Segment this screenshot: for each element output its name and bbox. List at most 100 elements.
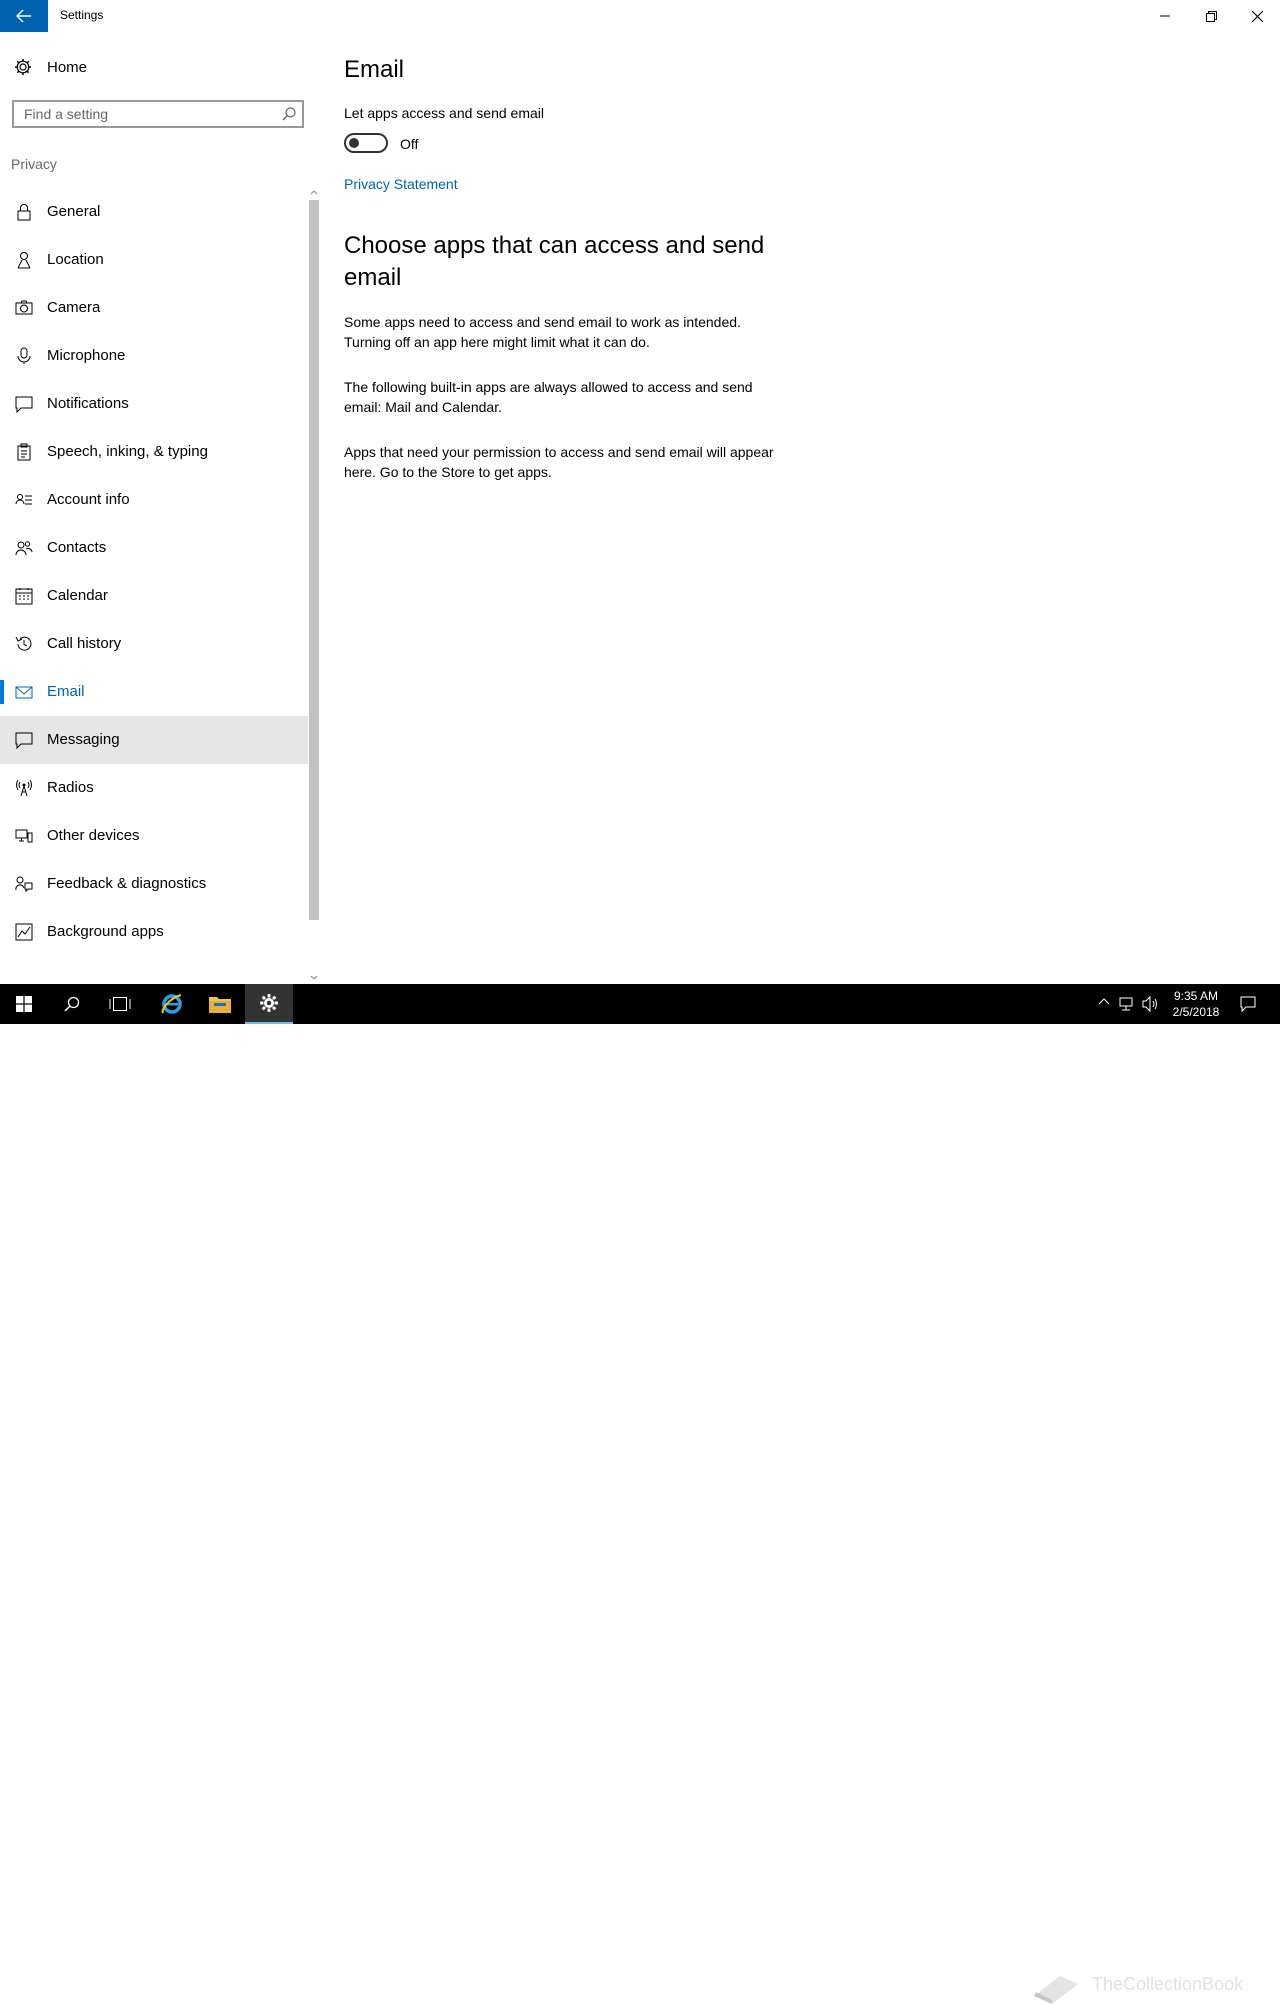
clipboard-icon bbox=[17, 443, 31, 461]
watermark-text: TheCollectionBook bbox=[1092, 1974, 1244, 1994]
home-label: Home bbox=[47, 59, 88, 76]
message-icon bbox=[15, 732, 33, 749]
sidebar-scrollbar[interactable] bbox=[308, 188, 320, 984]
settings-taskbar-button[interactable] bbox=[245, 984, 293, 1024]
sidebar-item-account-info[interactable]: Account info bbox=[0, 476, 308, 524]
sidebar-item-background-apps[interactable]: Background apps bbox=[0, 908, 308, 956]
title-bar: Settings bbox=[0, 0, 1280, 32]
sidebar-item-label: Messaging bbox=[47, 731, 120, 748]
sidebar-item-label: Location bbox=[47, 251, 104, 268]
sidebar-item-label: Notifications bbox=[47, 395, 129, 412]
scroll-down-icon[interactable] bbox=[308, 974, 320, 982]
search-icon[interactable] bbox=[282, 107, 296, 121]
sidebar-item-speech-inking-typing[interactable]: Speech, inking, & typing bbox=[0, 428, 308, 476]
watermark: TheCollectionBook bbox=[1030, 1970, 1270, 2006]
sidebar-item-label: Background apps bbox=[47, 923, 164, 940]
window-title: Settings bbox=[60, 8, 104, 22]
minimize-button[interactable] bbox=[1142, 0, 1188, 32]
sidebar-item-label: Contacts bbox=[47, 539, 107, 556]
clock[interactable]: 9:35 AM 2/5/2018 bbox=[1168, 988, 1224, 1020]
sidebar-item-label: Speech, inking, & typing bbox=[47, 443, 208, 460]
back-button[interactable] bbox=[0, 0, 48, 32]
sidebar-item-label: Feedback & diagnostics bbox=[47, 875, 207, 892]
gear-icon bbox=[260, 994, 278, 1012]
search-box[interactable] bbox=[12, 100, 304, 128]
nav-list: General Location Camera Microphone Notificat… bbox=[0, 188, 308, 956]
close-button[interactable] bbox=[1234, 0, 1280, 32]
toggle-state: Off bbox=[400, 136, 419, 152]
sidebar-item-label: Account info bbox=[47, 491, 130, 508]
taskbar: TheCollectionBook 9:35 AM 2/5/2018 bbox=[0, 984, 1280, 2004]
account-info-icon bbox=[15, 494, 32, 505]
book-logo-icon bbox=[1034, 1976, 1078, 2004]
sidebar-item-other-devices[interactable]: Other devices bbox=[0, 812, 308, 860]
toggle-knob bbox=[349, 138, 359, 148]
sidebar-item-general[interactable]: General bbox=[0, 188, 308, 236]
sidebar-item-radios[interactable]: Radios bbox=[0, 764, 308, 812]
sidebar-item-label: Calendar bbox=[47, 587, 108, 604]
sidebar-item-microphone[interactable]: Microphone bbox=[0, 332, 308, 380]
volume-icon[interactable] bbox=[1142, 996, 1160, 1012]
gear-icon bbox=[15, 59, 31, 75]
page-title: Email bbox=[344, 56, 405, 83]
mail-icon bbox=[15, 686, 33, 699]
location-icon bbox=[17, 252, 31, 269]
sidebar-item-feedback-diagnostics[interactable]: Feedback & diagnostics bbox=[0, 860, 308, 908]
sidebar-item-location[interactable]: Location bbox=[0, 236, 308, 284]
sidebar-item-label: General bbox=[47, 203, 101, 220]
devices-icon bbox=[15, 829, 33, 843]
scroll-thumb[interactable] bbox=[309, 200, 319, 920]
home-link[interactable]: Home bbox=[0, 56, 308, 80]
calendar-icon bbox=[15, 588, 33, 605]
windows-logo-icon bbox=[16, 996, 32, 1012]
section-title: Choose apps that can access and send ema… bbox=[344, 232, 765, 291]
task-view-icon bbox=[109, 997, 131, 1011]
clock-date: 2/5/2018 bbox=[1172, 1005, 1220, 1019]
feedback-icon bbox=[15, 876, 33, 893]
sidebar-item-notifications[interactable]: Notifications bbox=[0, 380, 308, 428]
internet-explorer-button[interactable] bbox=[148, 984, 196, 1024]
sidebar-item-email[interactable]: Email bbox=[0, 668, 308, 716]
sidebar-item-label: Microphone bbox=[47, 347, 126, 364]
sidebar-item-label: Email bbox=[47, 683, 85, 700]
clock-time: 9:35 AM bbox=[1173, 989, 1219, 1003]
close-icon bbox=[1251, 10, 1263, 22]
chevron-up-icon[interactable] bbox=[1098, 996, 1110, 1006]
privacy-statement-link[interactable]: Privacy Statement bbox=[344, 176, 458, 192]
radio-tower-icon bbox=[16, 779, 32, 797]
sidebar-item-call-history[interactable]: Call history bbox=[0, 620, 308, 668]
history-icon bbox=[15, 636, 32, 651]
minimize-icon bbox=[1160, 15, 1170, 17]
email-access-toggle[interactable] bbox=[344, 133, 388, 153]
back-arrow-icon bbox=[16, 9, 31, 23]
sidebar-item-label: Radios bbox=[47, 779, 94, 796]
active-indicator bbox=[0, 680, 4, 704]
sidebar-item-messaging[interactable]: Messaging bbox=[0, 716, 308, 764]
built-in-apps-paragraph: The following built-in apps are always a… bbox=[344, 379, 753, 415]
network-icon[interactable] bbox=[1118, 996, 1134, 1012]
sidebar-item-calendar[interactable]: Calendar bbox=[0, 572, 308, 620]
file-explorer-button[interactable] bbox=[196, 984, 244, 1024]
action-center-icon[interactable] bbox=[1240, 996, 1256, 1012]
microphone-icon bbox=[17, 347, 31, 364]
start-button[interactable] bbox=[0, 984, 48, 1024]
contacts-icon bbox=[15, 541, 33, 556]
background-apps-icon bbox=[15, 923, 33, 941]
sidebar-item-camera[interactable]: Camera bbox=[0, 284, 308, 332]
lock-icon bbox=[17, 204, 31, 221]
store-apps-paragraph: Apps that need your permission to access… bbox=[344, 444, 774, 480]
sidebar-item-label: Other devices bbox=[47, 827, 140, 844]
scroll-up-icon[interactable] bbox=[308, 188, 320, 196]
sidebar-item-contacts[interactable]: Contacts bbox=[0, 524, 308, 572]
notifications-icon bbox=[15, 396, 33, 413]
section-heading: Privacy bbox=[11, 156, 57, 172]
search-taskbar-button[interactable] bbox=[48, 984, 96, 1024]
sidebar: Home Privacy General Location Camera Microp… bbox=[0, 32, 320, 984]
description-paragraph: Some apps need to access and send email … bbox=[344, 314, 741, 350]
restore-button[interactable] bbox=[1188, 0, 1234, 32]
search-input[interactable] bbox=[14, 102, 284, 126]
restore-icon bbox=[1205, 10, 1217, 22]
sidebar-item-label: Call history bbox=[47, 635, 122, 652]
task-view-button[interactable] bbox=[96, 984, 144, 1024]
internet-explorer-icon bbox=[161, 994, 182, 1014]
